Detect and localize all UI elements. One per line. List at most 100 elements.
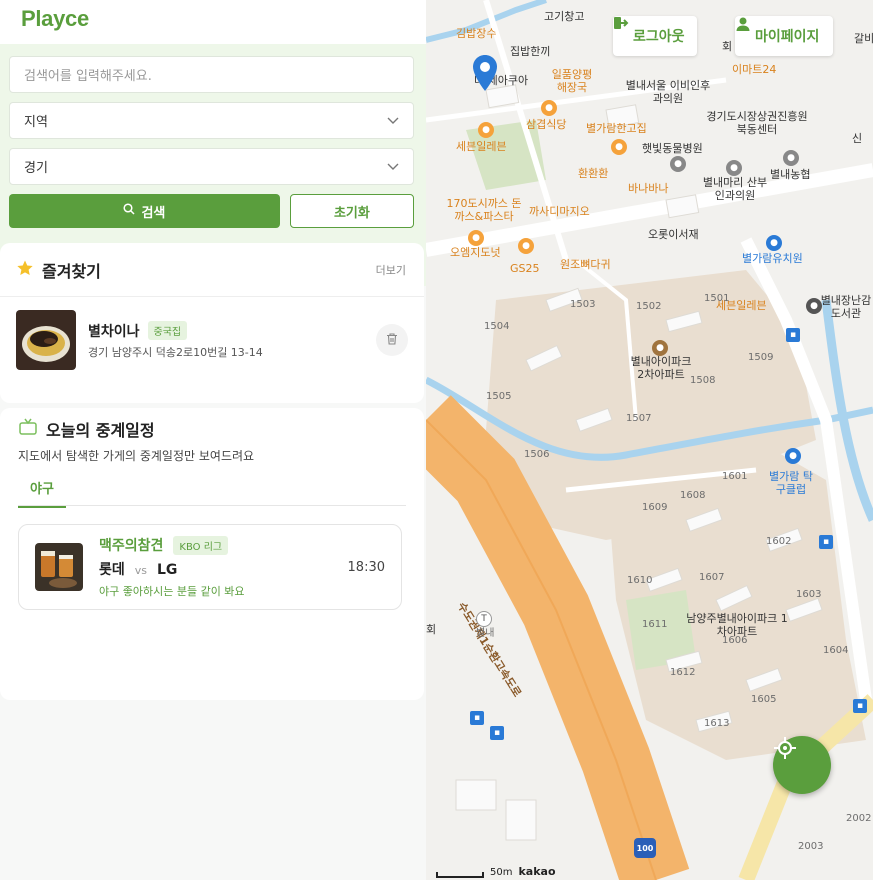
- map-label[interactable]: 오엠지도넛: [450, 246, 501, 259]
- map-label[interactable]: 고기창고: [544, 10, 584, 23]
- brand-logo[interactable]: Playce: [21, 6, 89, 31]
- map-label[interactable]: 별내농협: [770, 168, 810, 181]
- favorite-item[interactable]: 별차이나 중국집 경기 남양주시 덕송2로10번길 13-14: [0, 297, 424, 370]
- map-label[interactable]: 일품양평해장국: [548, 68, 596, 94]
- vs-label: vs: [134, 564, 148, 577]
- building-number: 1603: [796, 589, 822, 600]
- poi-hospital-icon[interactable]: ●: [670, 156, 686, 172]
- building-number: 1507: [626, 413, 652, 424]
- poi-school-icon[interactable]: ●: [766, 235, 782, 251]
- bus-stop-icon[interactable]: ▪: [470, 711, 484, 725]
- map-label[interactable]: 햇빛동물병원: [642, 142, 703, 155]
- map-edge-text: 회: [722, 40, 733, 53]
- poi-bank-icon[interactable]: ●: [783, 150, 799, 166]
- poi-library-icon[interactable]: ●: [806, 298, 822, 314]
- scale-bar: [436, 872, 484, 878]
- poi-apartment-icon[interactable]: ●: [652, 340, 668, 356]
- map-label[interactable]: 170도시까스 돈까스&파스타: [446, 197, 522, 223]
- schedule-title: 오늘의 중계일정: [46, 421, 155, 440]
- map-label[interactable]: 별내마리 산부인과의원: [700, 176, 770, 202]
- match-place-name: 맥주의참견: [99, 538, 164, 554]
- map-label[interactable]: 세븐일레븐: [456, 140, 507, 153]
- building-number: 1608: [680, 490, 706, 501]
- search-icon: [123, 203, 135, 219]
- poi-store-icon[interactable]: ●: [518, 238, 534, 254]
- favorites-title: 즐겨찾기: [42, 261, 101, 281]
- building-number: 1501: [704, 293, 730, 304]
- building-number: 1503: [570, 299, 596, 310]
- building-number: 1604: [823, 645, 849, 656]
- building-number: 1506: [524, 449, 550, 460]
- search-input[interactable]: 검색어를 입력해주세요.: [9, 56, 414, 93]
- favorite-address: 경기 남양주시 덕송2로10번길 13-14: [88, 345, 263, 359]
- map-edge-text: 갈비: [854, 32, 873, 45]
- building-number: 1611: [642, 619, 668, 630]
- map-label[interactable]: 까사디마지오: [529, 205, 590, 218]
- chevron-down-icon: [387, 159, 399, 175]
- map-label[interactable]: 김밥장수: [456, 27, 496, 40]
- building-number: 1504: [484, 321, 510, 332]
- map-label[interactable]: 환환환: [578, 167, 608, 180]
- favorites-card: 즐겨찾기 더보기 별차이나 중국집 경기 남양주시 덕송2로10번길 13-14: [0, 243, 424, 403]
- sidebar: Playce 검색어를 입력해주세요. 지역 경기 검색 초기화 즐겨찾기 더보…: [0, 0, 426, 880]
- reset-button-label: 초기화: [333, 205, 370, 221]
- logout-label: 로그아웃: [633, 29, 685, 45]
- match-thumbnail: [35, 543, 83, 591]
- poi-sports-icon[interactable]: ●: [785, 448, 801, 464]
- favorite-category-badge: 중국집: [147, 321, 188, 340]
- map-provider-logo[interactable]: kakao: [518, 865, 555, 878]
- favorites-more-link[interactable]: 더보기: [376, 262, 406, 278]
- building-number: 2002: [846, 813, 872, 824]
- bus-stop-icon[interactable]: ▪: [786, 328, 800, 342]
- delete-favorite-button[interactable]: [376, 324, 408, 356]
- current-location-button[interactable]: [773, 736, 831, 794]
- poi-restaurant-icon[interactable]: ●: [611, 139, 627, 155]
- map-label[interactable]: 별내서울 이비인후과의원: [622, 79, 714, 105]
- bus-stop-icon[interactable]: ▪: [819, 535, 833, 549]
- map-label[interactable]: 별내: [476, 627, 494, 640]
- poi-cafe-icon[interactable]: ●: [468, 230, 484, 246]
- highway-number-badge: 100: [634, 838, 656, 858]
- map-label[interactable]: 이마트24: [732, 63, 776, 76]
- map-label[interactable]: 경기도시장상권진흥원 북동센터: [702, 110, 812, 136]
- poi-hospital-icon[interactable]: ●: [726, 160, 742, 176]
- match-card[interactable]: 맥주의참견 KBO 리그 롯데 vs LG 야구 좋아하시는 분들 같이 봐요 …: [18, 524, 402, 610]
- map-label[interactable]: 오롯이서재: [648, 228, 699, 241]
- app-root: Playce 검색어를 입력해주세요. 지역 경기 검색 초기화 즐겨찾기 더보…: [0, 0, 873, 880]
- brand-header: Playce: [0, 0, 426, 44]
- tab-baseball[interactable]: 야구: [18, 480, 66, 508]
- search-button[interactable]: 검색: [9, 194, 280, 228]
- poi-station-icon[interactable]: T: [476, 611, 492, 627]
- mypage-label: 마이페이지: [755, 29, 820, 45]
- poi-restaurant-icon[interactable]: ●: [541, 100, 557, 116]
- search-button-label: 검색: [141, 205, 166, 221]
- schedule-header: 오늘의 중계일정: [0, 408, 424, 444]
- league-badge: KBO 리그: [173, 535, 229, 555]
- map-label[interactable]: 원조뼈다귀: [560, 258, 611, 271]
- subregion-select[interactable]: 경기: [9, 148, 414, 185]
- map-label[interactable]: 별가람한고집: [586, 122, 647, 135]
- region-select-value: 지역: [24, 115, 48, 130]
- bus-stop-icon[interactable]: ▪: [490, 726, 504, 740]
- map-label[interactable]: 별가람 탁구클럽: [766, 470, 816, 496]
- map-label[interactable]: 바나바나: [628, 182, 668, 195]
- reset-button[interactable]: 초기화: [289, 194, 414, 228]
- favorite-name: 별차이나: [88, 323, 140, 340]
- logout-button[interactable]: 로그아웃: [613, 16, 697, 56]
- building-number: 1502: [636, 301, 662, 312]
- map-label[interactable]: GS25: [510, 262, 540, 275]
- region-select[interactable]: 지역: [9, 102, 414, 139]
- map-label[interactable]: 삼겹식당: [526, 118, 566, 131]
- mypage-button[interactable]: 마이페이지: [735, 16, 834, 56]
- map-label[interactable]: 별내장난감 도서관: [816, 294, 873, 320]
- building-number: 1605: [751, 694, 777, 705]
- building-number: 1612: [670, 667, 696, 678]
- map-label[interactable]: 집밥한끼: [510, 45, 550, 58]
- building-number: 1609: [642, 502, 668, 513]
- map-label[interactable]: 별내아이파크 2차아파트: [626, 355, 696, 381]
- poi-store-icon[interactable]: ●: [478, 122, 494, 138]
- map-label[interactable]: 별가람유치원: [742, 252, 803, 265]
- home-team: 롯데: [99, 562, 125, 578]
- map-view[interactable]: 고기창고 김밥장수 집밥한끼 더 제아쿠아 일품양평해장국 별내서울 이비인후과…: [426, 0, 873, 880]
- bus-stop-icon[interactable]: ▪: [853, 699, 867, 713]
